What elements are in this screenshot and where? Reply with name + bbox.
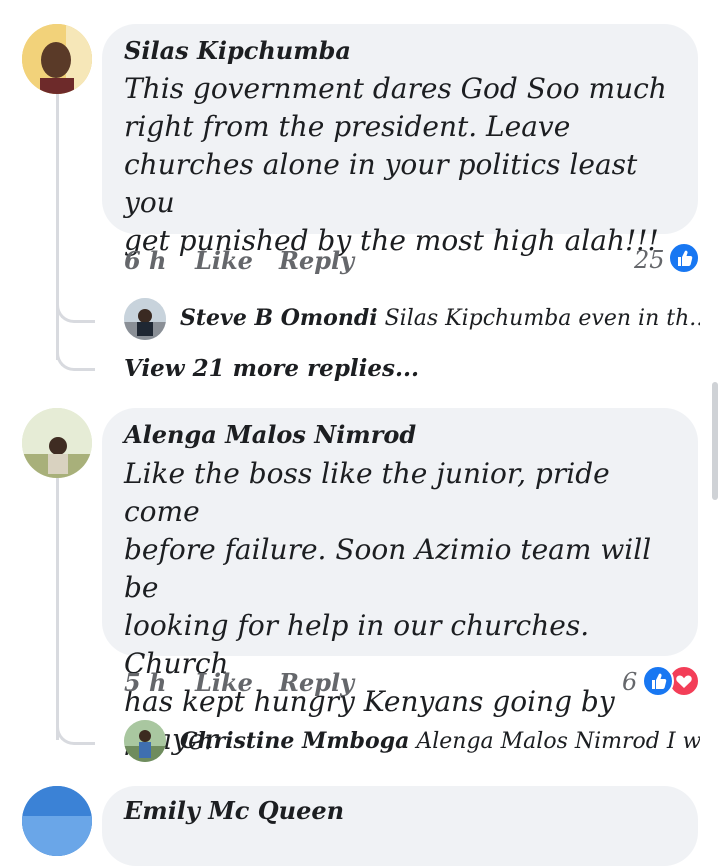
comment-text: This government dares God Soo much right… [124,70,684,260]
avatar[interactable] [22,786,92,856]
comment-timestamp[interactable]: 5 h [124,668,167,697]
reply-button[interactable]: Reply [279,668,354,697]
reply-button[interactable]: Reply [279,246,354,275]
reply-avatar[interactable] [124,298,166,340]
avatar[interactable] [22,24,92,94]
thumbs-up-icon [668,242,700,274]
thread-branch-2 [56,340,95,371]
reply-author[interactable]: Steve B Omondi [180,305,378,331]
thread-line [56,478,59,740]
avatar[interactable] [22,408,92,478]
like-button[interactable]: Like [195,668,253,697]
like-button[interactable]: Like [195,246,253,275]
reply-text: Silas Kipchumba even in th... [384,306,700,331]
view-more-replies[interactable]: View 21 more replies... [124,355,419,382]
comment-author[interactable]: Silas Kipchumba [124,36,351,65]
comment-line: right from the president. Leave [124,110,571,143]
reply-avatar[interactable] [124,720,166,762]
thread-branch-1 [56,292,95,323]
reply-preview[interactable]: Christine Mmboga Alenga Malos Nimrod I w… [180,728,700,754]
comment-line: This government dares God Soo much [124,72,667,105]
reply-text: Alenga Malos Nimrod I wi... [416,729,700,754]
reply-preview[interactable]: Steve B Omondi Silas Kipchumba even in t… [180,305,700,331]
reaction-count[interactable]: 6 [622,668,637,696]
comment-line: churches alone in your politics least yo… [124,148,638,219]
comment-line: Like the boss like the junior, pride com… [124,457,610,528]
reaction-count[interactable]: 25 [634,246,665,274]
scrollbar-thumb[interactable] [712,382,718,500]
reply-author[interactable]: Christine Mmboga [180,728,409,754]
thread-line [56,92,59,360]
comment-line: before failure. Soon Azimio team will be [124,533,652,604]
comment-author[interactable]: Alenga Malos Nimrod [124,420,416,449]
comment-text: Like the boss like the junior, pride com… [124,455,684,759]
thread-branch-1 [56,712,95,745]
thumbs-up-icon [642,665,674,697]
comment-author[interactable]: Emily Mc Queen [124,796,344,825]
comment-timestamp[interactable]: 6 h [124,246,167,275]
